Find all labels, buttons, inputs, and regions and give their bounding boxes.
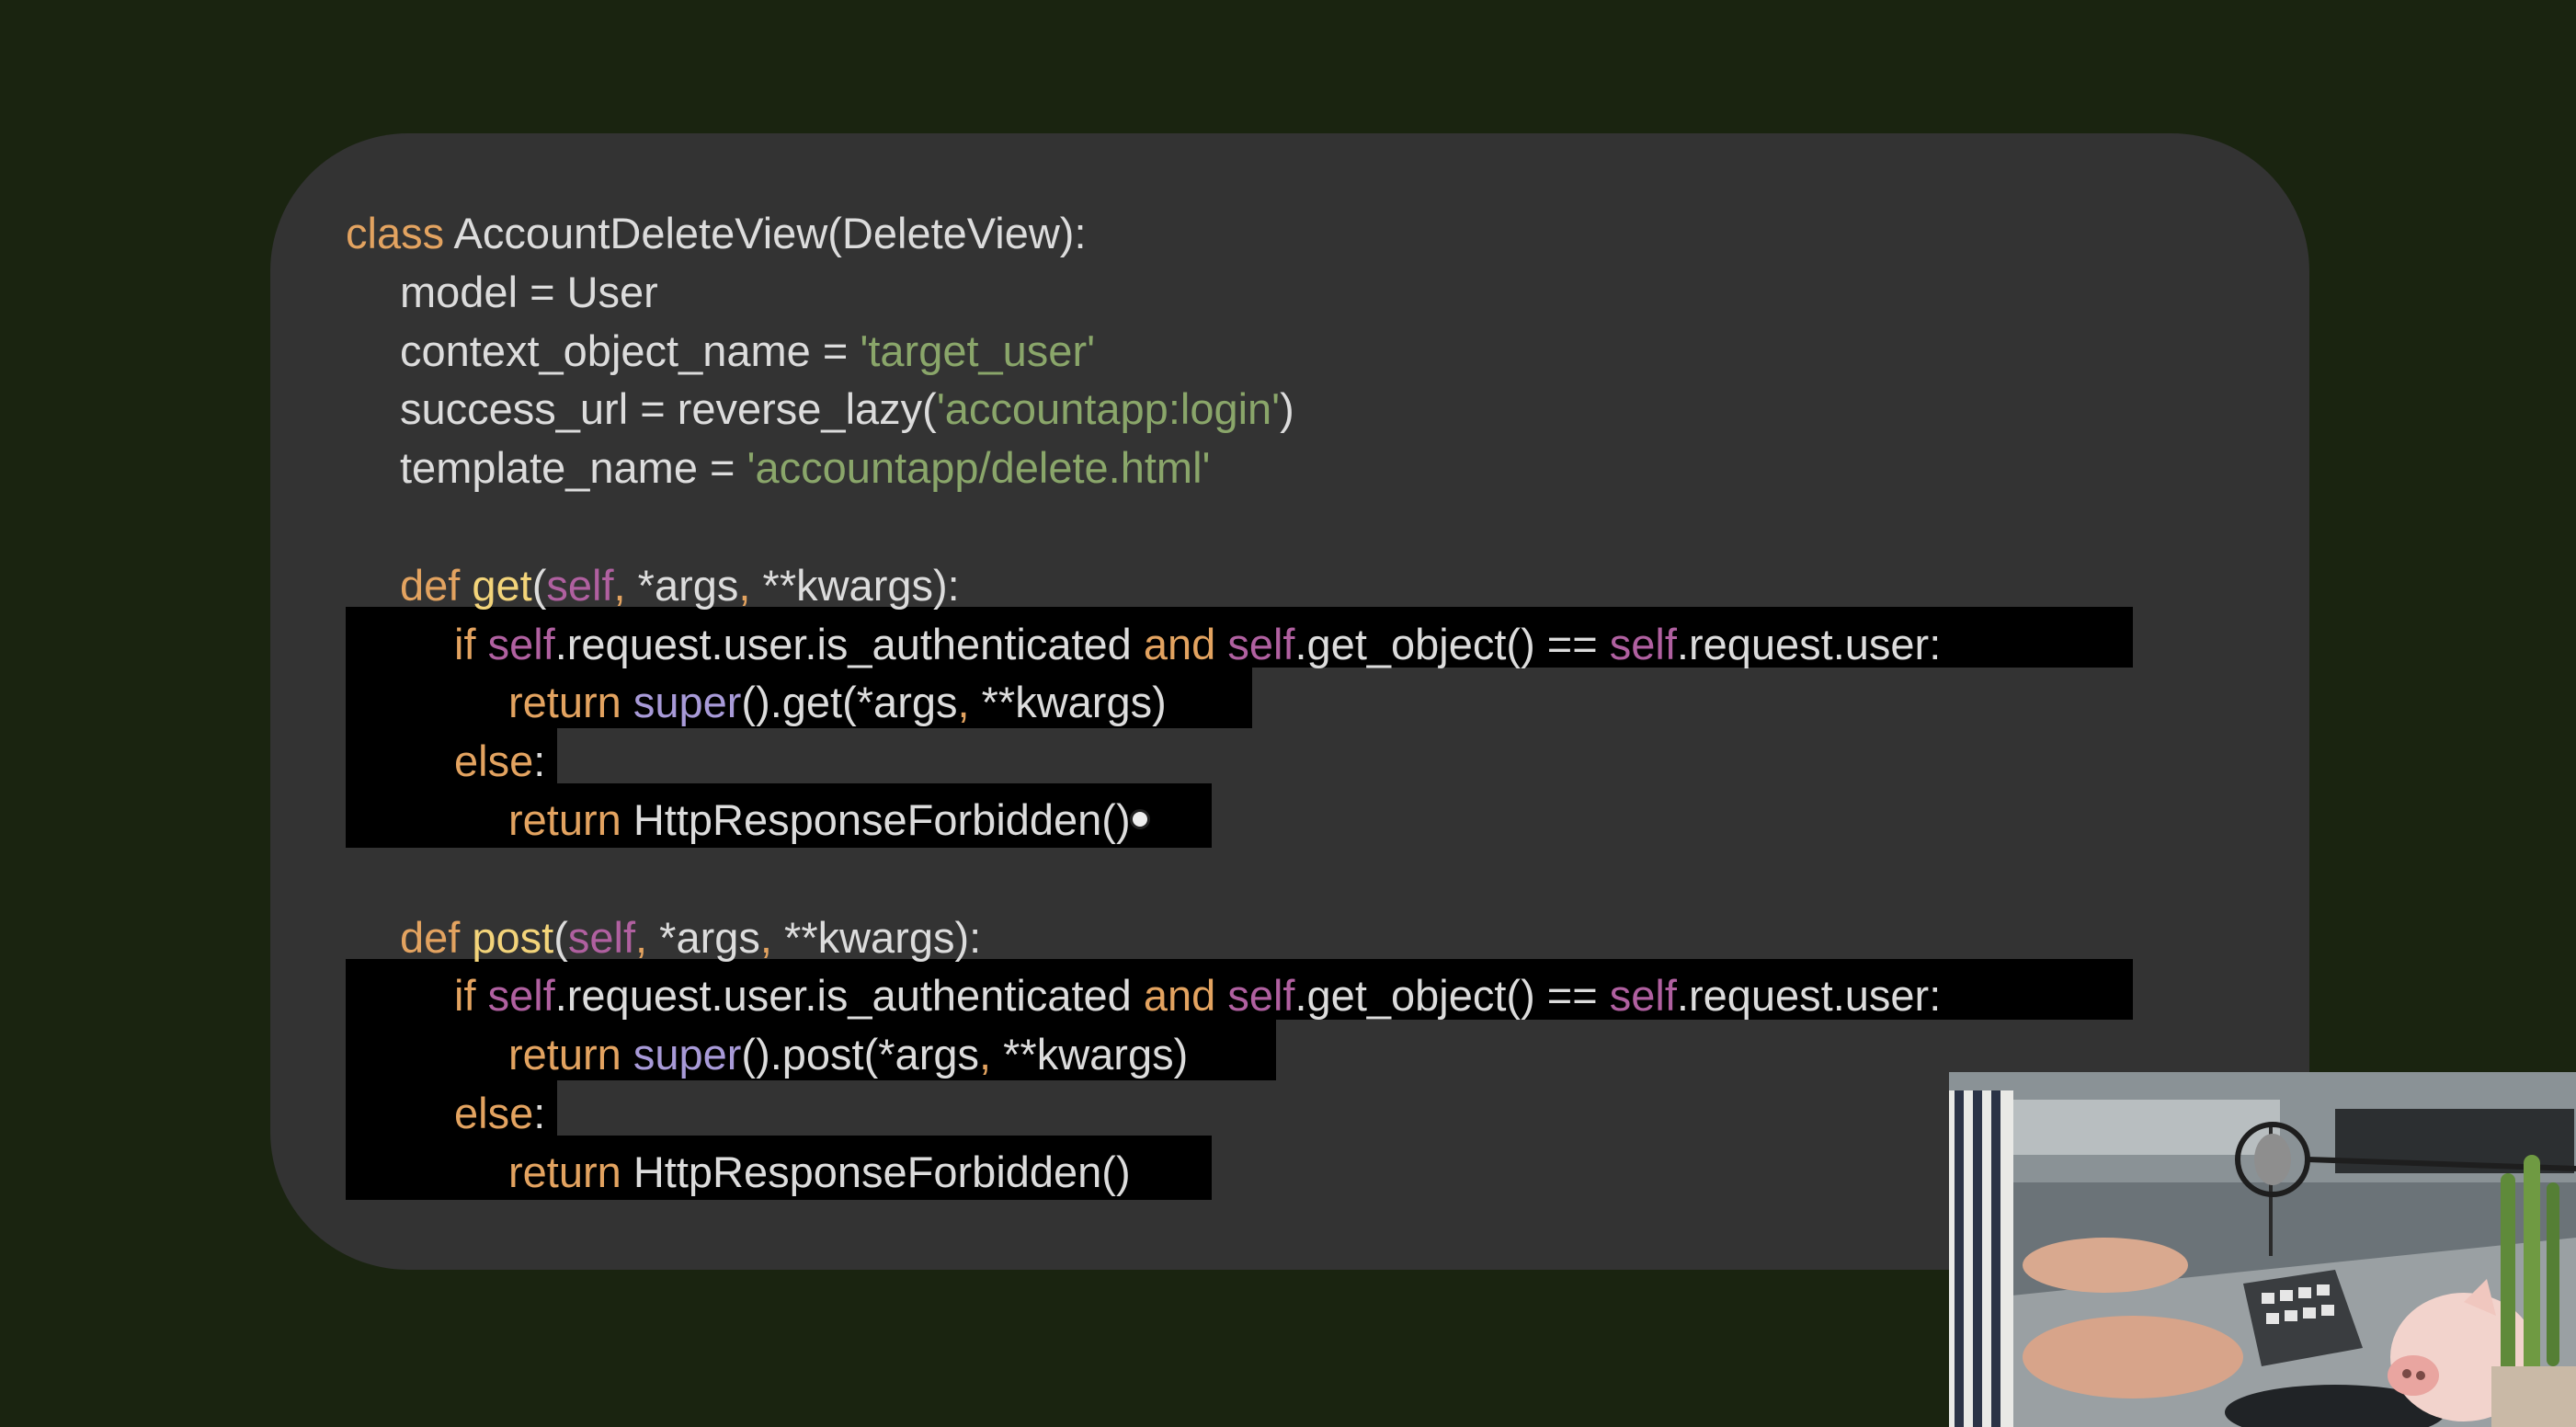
code-token: : xyxy=(533,1089,546,1137)
code-token: template_name = xyxy=(400,443,747,493)
code-token: .get_object() == xyxy=(1294,971,1610,1021)
code-token: context_object_name = xyxy=(400,325,861,375)
code-line: return HttpResponseForbidden() xyxy=(508,791,1131,850)
code-line: if self.request.user.is_authenticated an… xyxy=(454,615,1941,674)
code-token: self xyxy=(1227,619,1295,668)
code-token: *args xyxy=(637,560,739,610)
code-token: if xyxy=(454,971,476,1021)
code-token: model = User xyxy=(400,267,658,316)
code-line: def post(self, *args, **kwargs): xyxy=(400,908,981,967)
code-token: ) xyxy=(1280,384,1294,434)
code-token: 'target_user' xyxy=(860,325,1096,375)
code-line: def get(self, *args, **kwargs): xyxy=(400,556,960,615)
code-token: .request.user: xyxy=(1676,619,1942,668)
code-token: def xyxy=(400,912,461,962)
code-line: class AccountDeleteView(DeleteView): xyxy=(346,204,1087,263)
code-token: **kwargs): xyxy=(784,912,982,962)
code-line: context_object_name = 'target_user' xyxy=(400,322,1095,381)
code-token: return xyxy=(508,1147,621,1196)
code-token: self xyxy=(546,560,614,610)
code-token: ().post(*args xyxy=(741,1030,979,1079)
code-token: 'accountapp/delete.html' xyxy=(747,443,1211,493)
code-token: HttpResponseForbidden() xyxy=(621,1147,1131,1196)
code-line: return super().post(*args, **kwargs) xyxy=(508,1025,1188,1084)
code-token: else xyxy=(454,736,534,786)
code-token: self xyxy=(1609,619,1677,668)
code-token: ( xyxy=(531,560,547,610)
mouse-cursor-icon xyxy=(1130,809,1150,829)
code-token: , xyxy=(613,560,638,610)
code-token: 'accountapp:login' xyxy=(936,384,1281,434)
code-token: def xyxy=(400,560,461,610)
code-token: *args xyxy=(659,912,760,962)
code-token: return xyxy=(508,678,621,727)
code-token: AccountDeleteView(DeleteView): xyxy=(444,209,1087,257)
code-token: .get_object() == xyxy=(1294,619,1610,668)
code-token: self xyxy=(1227,971,1295,1021)
code-token: **kwargs) xyxy=(1003,1030,1189,1079)
code-token: self xyxy=(1609,971,1677,1021)
code-token: , xyxy=(635,912,660,962)
code-token: post xyxy=(472,912,554,962)
code-line: return super().get(*args, **kwargs) xyxy=(508,673,1167,732)
code-line: else: xyxy=(454,1084,545,1143)
code-token: and xyxy=(1143,619,1216,668)
code-token: super xyxy=(633,1030,742,1079)
code-line: model = User xyxy=(400,263,658,322)
code-token: , xyxy=(759,912,785,962)
code-token: **kwargs) xyxy=(981,678,1167,727)
webcam-image xyxy=(1949,1072,2576,1427)
code-token: HttpResponseForbidden() xyxy=(621,795,1131,844)
code-line: if self.request.user.is_authenticated an… xyxy=(454,966,1941,1025)
code-token: **kwargs): xyxy=(762,560,960,610)
code-token: , xyxy=(979,1030,1004,1079)
code-token: , xyxy=(957,678,982,727)
code-token: return xyxy=(508,1030,621,1079)
code-token: ( xyxy=(553,912,568,962)
code-token: if xyxy=(454,619,476,668)
code-token: : xyxy=(533,736,546,786)
code-line: success_url = reverse_lazy('accountapp:l… xyxy=(400,380,1294,439)
code-token: success_url = reverse_lazy( xyxy=(400,384,937,434)
code-token: class xyxy=(346,209,445,257)
code-token: and xyxy=(1143,971,1216,1021)
code-token: self xyxy=(487,971,555,1021)
code-token: .request.user.is_authenticated xyxy=(554,971,1144,1021)
code-token: .request.user.is_authenticated xyxy=(554,619,1144,668)
code-token: .request.user: xyxy=(1676,971,1942,1021)
code-token: super xyxy=(633,678,742,727)
code-line: else: xyxy=(454,732,545,791)
code-token: return xyxy=(508,795,621,844)
code-token: get xyxy=(472,560,532,610)
code-token: else xyxy=(454,1089,534,1137)
code-line: template_name = 'accountapp/delete.html' xyxy=(400,439,1211,497)
code-token: self xyxy=(567,912,636,962)
code-token: , xyxy=(738,560,763,610)
code-line: return HttpResponseForbidden() xyxy=(508,1143,1131,1202)
code-token: ().get(*args xyxy=(741,678,958,727)
code-token: self xyxy=(487,619,555,668)
webcam-overlay xyxy=(1949,1072,2576,1427)
